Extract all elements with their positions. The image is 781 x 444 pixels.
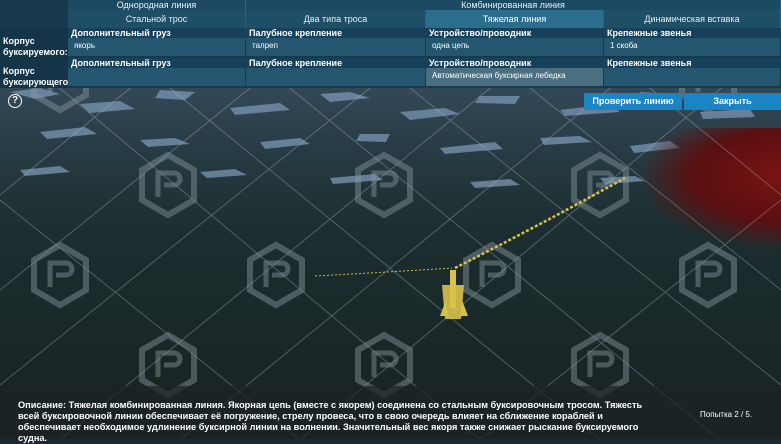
field-value-fastening-links[interactable]: 1 скоба <box>604 38 781 56</box>
field-title-fastening-links: Крепежные звенья <box>604 58 781 68</box>
field-title-deck-mount: Палубное крепление <box>246 28 426 38</box>
field-value-extra-load[interactable] <box>68 68 246 86</box>
field-value-device[interactable]: одна цепь <box>426 38 604 56</box>
field-title-deck-mount: Палубное крепление <box>246 58 426 68</box>
field-value-extra-load[interactable]: якорь <box>68 38 246 56</box>
field-title-device: Устройство/проводник <box>426 28 604 38</box>
help-icon[interactable]: ? <box>8 94 22 108</box>
tab-dynamic-insert[interactable]: Динамическая вставка <box>604 10 781 28</box>
tab-heavy-line[interactable]: Тяжелая линия <box>426 10 604 28</box>
close-button[interactable]: Закрыть <box>684 93 781 110</box>
field-value-device[interactable]: Автоматическая буксирная лебедка <box>426 68 604 86</box>
check-line-button[interactable]: Проверить линию <box>584 93 682 110</box>
tab-two-rope-types[interactable]: Два типа троса <box>246 10 426 28</box>
field-value-fastening-links[interactable] <box>604 68 781 86</box>
steel-cable <box>314 267 453 277</box>
field-value-deck-mount[interactable]: талреп <box>246 38 426 56</box>
field-title-fastening-links: Крепежные звенья <box>604 28 781 38</box>
group-combined-line: Комбинированная линия <box>246 0 781 10</box>
row-label-towing-hull: Корпус буксирующего: <box>0 58 71 88</box>
anchor-chain <box>454 176 626 270</box>
anchor <box>440 270 468 319</box>
field-title-extra-load: Дополнительный груз <box>68 28 246 38</box>
field-value-deck-mount[interactable] <box>246 68 426 86</box>
group-single-line: Однородная линия <box>68 0 246 10</box>
row-label-towed-hull: Корпус буксируемого: <box>0 28 68 58</box>
field-title-device: Устройство/проводник <box>426 58 604 68</box>
field-title-extra-load: Дополнительный груз <box>68 58 246 68</box>
attempt-counter: Попытка 2 / 5. <box>700 410 753 419</box>
tab-steel-rope[interactable]: Стальной трос <box>68 10 246 28</box>
description-text: Описание: Тяжелая комбинированная линия.… <box>18 400 643 443</box>
